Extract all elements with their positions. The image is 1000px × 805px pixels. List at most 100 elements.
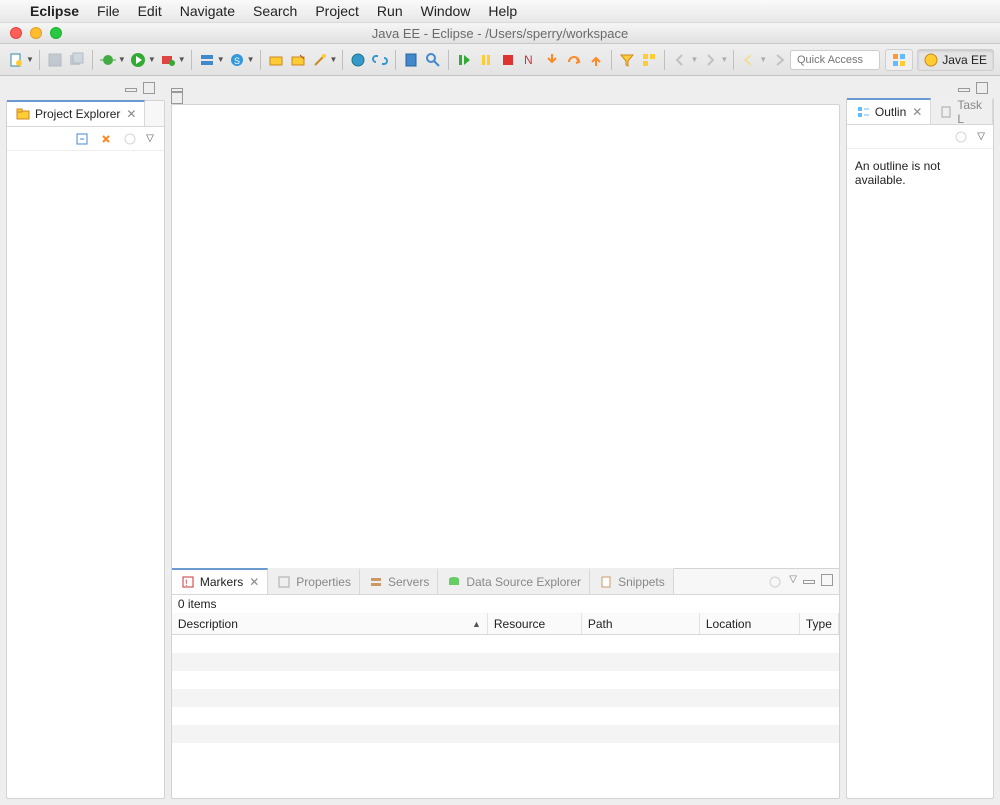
view-menu-icon[interactable]: ▽: [146, 133, 154, 144]
table-row: [172, 671, 839, 689]
pe-minimize-icon[interactable]: [125, 88, 137, 92]
organize-icon[interactable]: [639, 50, 659, 70]
resume-icon[interactable]: [454, 50, 474, 70]
outline-tab[interactable]: Outlin ✕: [847, 98, 931, 124]
menu-edit[interactable]: Edit: [138, 3, 162, 19]
save-icon[interactable]: [45, 50, 65, 70]
disconnect-icon[interactable]: N: [520, 50, 540, 70]
next-annotation-icon[interactable]: [700, 50, 720, 70]
col-type[interactable]: Type: [800, 613, 839, 634]
view-menu-icon[interactable]: ▽: [977, 131, 985, 142]
table-row: [172, 707, 839, 725]
menu-navigate[interactable]: Navigate: [180, 3, 235, 19]
pe-maximize-icon[interactable]: [143, 82, 155, 94]
menu-app[interactable]: Eclipse: [30, 3, 79, 19]
svg-text:S: S: [234, 56, 240, 66]
servers-tab[interactable]: Servers: [360, 568, 438, 594]
link-with-editor-icon[interactable]: [98, 131, 114, 147]
run-dropdown-icon[interactable]: ▼: [148, 55, 156, 64]
focus-icon[interactable]: [953, 129, 969, 145]
back-dropdown-icon[interactable]: ▼: [759, 55, 767, 64]
close-icon[interactable]: ✕: [126, 107, 136, 121]
filter-icon[interactable]: [617, 50, 637, 70]
outline-minimize-icon[interactable]: [958, 88, 970, 92]
stop-icon[interactable]: [498, 50, 518, 70]
page-icon[interactable]: [401, 50, 421, 70]
close-icon[interactable]: ✕: [912, 105, 922, 119]
collapse-all-icon[interactable]: [74, 131, 90, 147]
debug-dropdown-icon[interactable]: ▼: [118, 55, 126, 64]
outline-title: Outlin: [875, 105, 906, 119]
markers-tab[interactable]: ! Markers ✕: [172, 568, 268, 594]
new-package-icon[interactable]: [266, 50, 286, 70]
pause-icon[interactable]: [476, 50, 496, 70]
col-location[interactable]: Location: [700, 613, 800, 634]
task-list-tab[interactable]: Task L: [931, 98, 993, 124]
open-perspective-button[interactable]: [885, 49, 913, 71]
properties-icon: [276, 574, 292, 590]
outline-icon: [855, 104, 871, 120]
editor-area[interactable]: [171, 104, 840, 584]
skype-icon[interactable]: S: [227, 50, 247, 70]
menu-file[interactable]: File: [97, 3, 120, 19]
menu-project[interactable]: Project: [315, 3, 359, 19]
prev-annotation-icon[interactable]: [670, 50, 690, 70]
back-icon[interactable]: [739, 50, 759, 70]
run-last-dropdown-icon[interactable]: ▼: [178, 55, 186, 64]
snippets-tab[interactable]: Snippets: [590, 568, 674, 594]
save-all-icon[interactable]: [67, 50, 87, 70]
editor-maximize-icon[interactable]: [171, 92, 183, 104]
view-menu-icon[interactable]: ▽: [789, 574, 797, 590]
focus-icon[interactable]: [767, 574, 783, 590]
search-icon[interactable]: [423, 50, 443, 70]
dse-tab[interactable]: Data Source Explorer: [438, 568, 590, 594]
properties-tab[interactable]: Properties: [268, 568, 360, 594]
new-dropdown-icon[interactable]: ▼: [26, 55, 34, 64]
run-last-icon[interactable]: [158, 50, 178, 70]
outline-message: An outline is not available.: [847, 149, 993, 197]
menu-help[interactable]: Help: [488, 3, 517, 19]
skype-dropdown-icon[interactable]: ▼: [247, 55, 255, 64]
table-row: [172, 689, 839, 707]
menu-search[interactable]: Search: [253, 3, 297, 19]
debug-icon[interactable]: [98, 50, 118, 70]
globe-icon[interactable]: [348, 50, 368, 70]
project-explorer-tab[interactable]: Project Explorer ✕: [7, 100, 145, 126]
markers-minimize-icon[interactable]: [803, 580, 815, 584]
next-dropdown-icon[interactable]: ▼: [720, 55, 728, 64]
col-resource[interactable]: Resource: [488, 613, 582, 634]
outline-maximize-icon[interactable]: [976, 82, 988, 94]
col-description[interactable]: Description▲: [172, 613, 488, 634]
quick-access-input[interactable]: [790, 50, 880, 70]
wand-dropdown-icon[interactable]: ▼: [330, 55, 338, 64]
menu-window[interactable]: Window: [421, 3, 471, 19]
col-path[interactable]: Path: [582, 613, 700, 634]
markers-table-header: Description▲ Resource Path Location Type: [172, 613, 839, 635]
svg-text:!: !: [185, 578, 188, 588]
menu-run[interactable]: Run: [377, 3, 403, 19]
forward-icon[interactable]: [769, 50, 789, 70]
close-icon[interactable]: ✕: [249, 575, 259, 589]
snippets-icon: [598, 574, 614, 590]
link-icon[interactable]: [370, 50, 390, 70]
wand-icon[interactable]: [310, 50, 330, 70]
new-server-dropdown-icon[interactable]: ▼: [217, 55, 225, 64]
new-icon[interactable]: [6, 50, 26, 70]
table-row: [172, 725, 839, 743]
run-icon[interactable]: [128, 50, 148, 70]
quick-access[interactable]: [790, 50, 880, 70]
step-into-icon[interactable]: [542, 50, 562, 70]
prev-dropdown-icon[interactable]: ▼: [690, 55, 698, 64]
perspective-javaee-button[interactable]: Java EE: [917, 49, 994, 71]
markers-count: 0 items: [172, 595, 839, 613]
svg-text:N: N: [524, 53, 533, 67]
bottom-panel: ! Markers ✕ Properties Servers Data Sour…: [171, 568, 840, 799]
javaee-icon: [924, 53, 938, 67]
focus-icon[interactable]: [122, 131, 138, 147]
open-type-icon[interactable]: [288, 50, 308, 70]
step-return-icon[interactable]: [586, 50, 606, 70]
project-explorer-title: Project Explorer: [35, 107, 120, 121]
step-over-icon[interactable]: [564, 50, 584, 70]
markers-maximize-icon[interactable]: [821, 574, 833, 586]
new-server-icon[interactable]: [197, 50, 217, 70]
